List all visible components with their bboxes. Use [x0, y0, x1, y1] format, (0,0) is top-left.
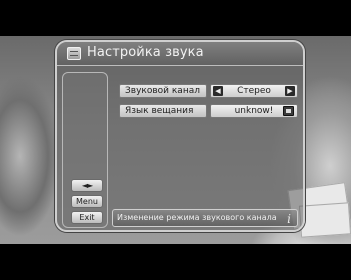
audio-channel-value: Стерео	[237, 86, 271, 96]
exit-key[interactable]: Exit	[71, 211, 103, 224]
window-title-bar: Настройка звука	[57, 42, 303, 66]
hint-bar: Изменение режима звукового канала i	[112, 209, 298, 227]
background-paper	[298, 202, 351, 238]
audio-channel-selector[interactable]: ◀ Стерео ▶	[210, 84, 298, 98]
arrow-right-icon[interactable]: ▶	[285, 86, 295, 96]
broadcast-language-select[interactable]: unknow!	[210, 104, 298, 118]
side-key-panel: ◄► Menu Exit	[62, 72, 108, 228]
menu-key[interactable]: Menu	[71, 195, 103, 208]
hint-text: Изменение режима звукового канала	[117, 213, 277, 222]
info-icon: i	[287, 212, 291, 226]
audio-channel-label: Звуковой канал	[119, 84, 207, 98]
window-title: Настройка звука	[87, 45, 204, 60]
arrow-left-icon[interactable]: ◀	[213, 86, 223, 96]
dropdown-icon[interactable]	[283, 106, 294, 116]
broadcast-language-value: unknow!	[234, 106, 274, 116]
menu-list-icon	[67, 47, 81, 60]
left-right-key[interactable]: ◄►	[71, 179, 103, 192]
sound-settings-window: Настройка звука ◄► Menu Exit Звуковой ка…	[55, 40, 305, 232]
broadcast-language-label: Язык вещания	[119, 104, 207, 118]
